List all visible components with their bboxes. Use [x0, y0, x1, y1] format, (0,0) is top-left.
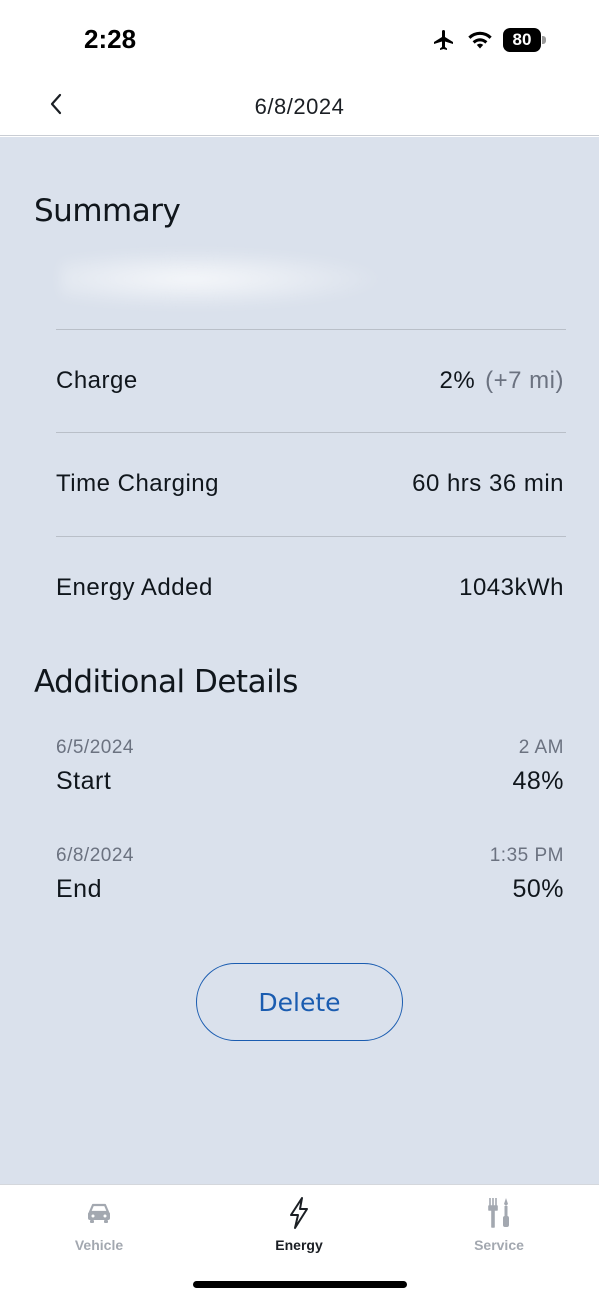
tab-vehicle-label: Vehicle	[74, 1237, 124, 1253]
divider	[56, 329, 566, 330]
tab-service-label: Service	[474, 1237, 524, 1253]
divider	[56, 536, 566, 537]
time-charging-row: Time Charging 60 hrs 36 min	[56, 464, 564, 504]
home-indicator	[193, 1281, 407, 1288]
tab-energy-label: Energy	[275, 1237, 323, 1253]
status-time: 2:28	[84, 24, 137, 54]
end-date: 6/8/2024	[56, 845, 134, 866]
battery-icon: 80	[503, 28, 547, 52]
tab-service[interactable]: Service	[439, 1195, 559, 1259]
delete-button[interactable]: Delete	[196, 963, 403, 1041]
car-icon	[85, 1195, 113, 1231]
time-charging-value: 60 hrs 36 min	[412, 470, 564, 497]
vehicle-name-blurred	[60, 249, 390, 309]
lightning-icon	[287, 1195, 311, 1231]
energy-added-row: Energy Added 1043kWh	[56, 568, 564, 608]
page-title: 6/8/2024	[254, 94, 345, 119]
main-content: Summary Charge 2% (+7 mi) Time Charging 6…	[0, 137, 599, 1184]
energy-added-value: 1043kWh	[459, 574, 564, 601]
start-percent: 48%	[512, 767, 564, 795]
start-date: 6/5/2024	[56, 737, 134, 758]
tab-vehicle[interactable]: Vehicle	[39, 1195, 159, 1259]
battery-level: 80	[503, 28, 541, 52]
charge-label: Charge	[56, 367, 138, 394]
end-time: 1:35 PM	[489, 845, 564, 866]
wifi-icon	[467, 29, 493, 51]
divider	[56, 432, 566, 433]
status-bar: 2:28 80	[0, 0, 599, 80]
end-detail: 6/8/2024 1:35 PM End 50%	[56, 845, 564, 904]
end-percent: 50%	[512, 875, 564, 903]
additional-details-title: Additional Details	[34, 664, 298, 700]
status-icons: 80	[431, 28, 547, 52]
nav-header: 6/8/2024	[0, 80, 599, 136]
tab-bar: Vehicle Energy Service	[0, 1184, 599, 1300]
charge-range-value: (+7 mi)	[485, 367, 564, 394]
time-charging-label: Time Charging	[56, 470, 220, 497]
start-label: Start	[56, 767, 112, 795]
charge-value: 2%	[439, 367, 476, 394]
start-time: 2 AM	[518, 737, 564, 758]
summary-title: Summary	[34, 193, 181, 229]
airplane-icon	[431, 28, 457, 52]
tab-energy[interactable]: Energy	[239, 1195, 359, 1259]
charge-row: Charge 2% (+7 mi)	[56, 361, 564, 401]
tools-icon	[485, 1195, 513, 1231]
energy-added-label: Energy Added	[56, 574, 213, 601]
end-label: End	[56, 875, 102, 903]
start-detail: 6/5/2024 2 AM Start 48%	[56, 737, 564, 796]
charge-value-group: 2% (+7 mi)	[439, 367, 564, 395]
